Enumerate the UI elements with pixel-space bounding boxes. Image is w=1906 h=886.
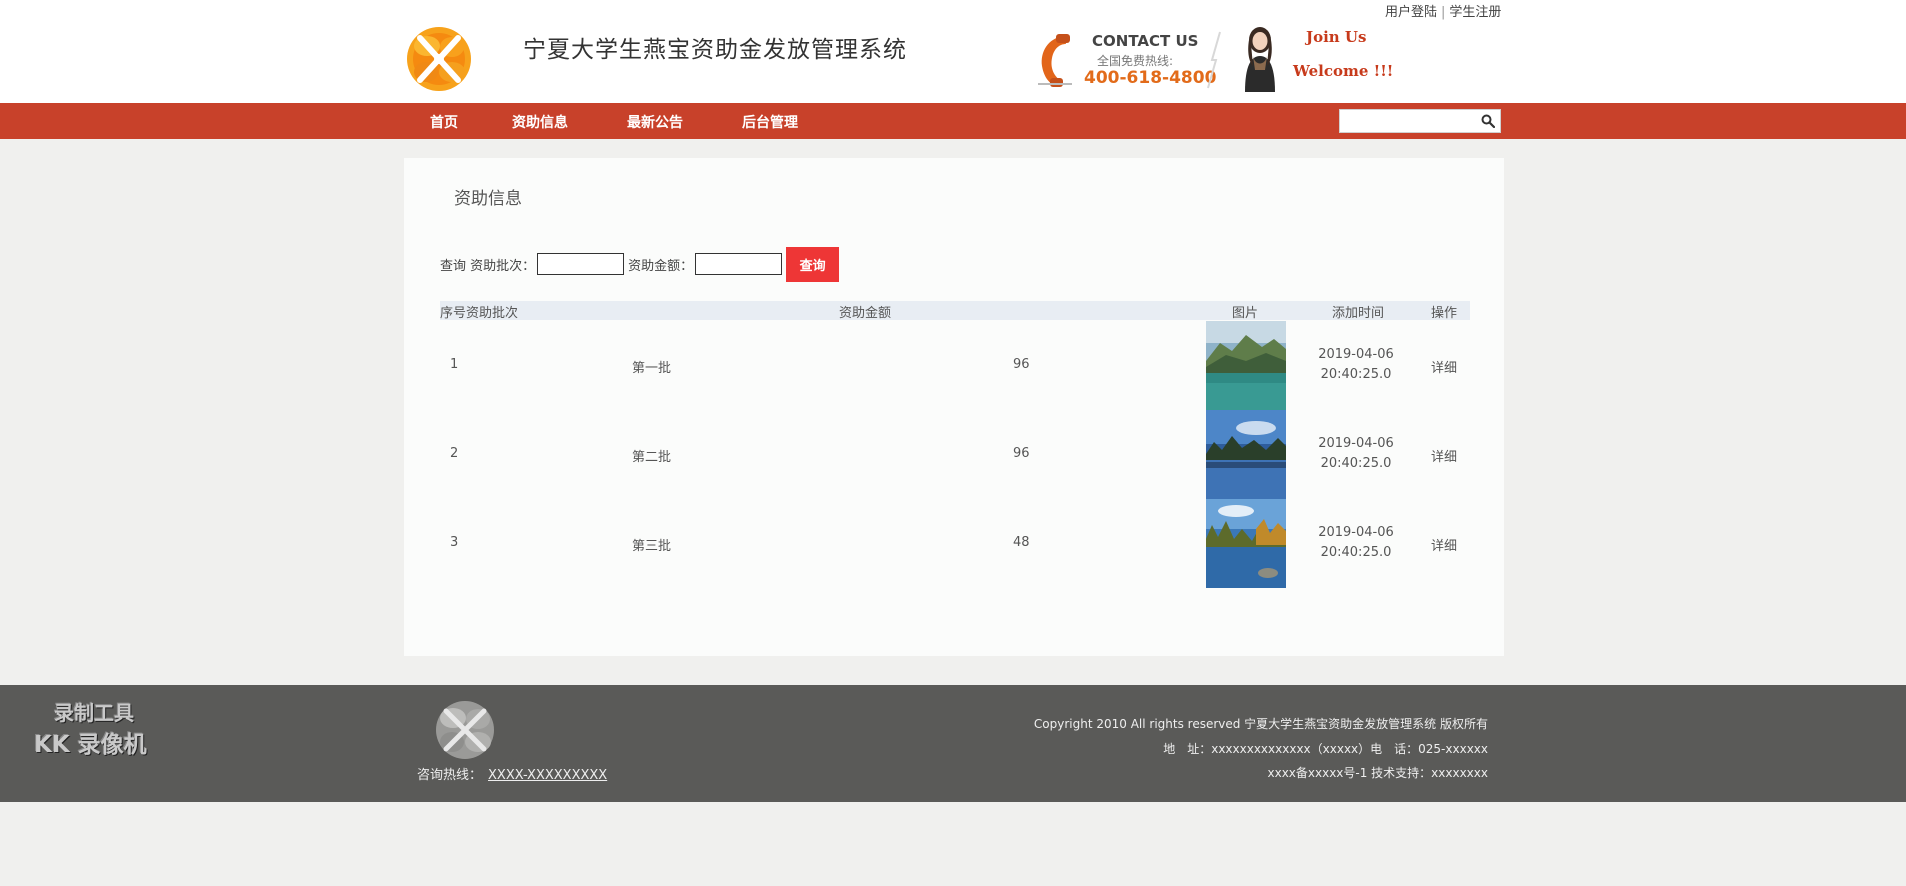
batch-label: 资助批次： [470,258,536,274]
row-time: 20:40:25.0 [1320,456,1392,471]
nav-search-input[interactable] [1340,110,1470,132]
hotline-label: 咨询热线： [417,768,483,783]
row-image-lake-mountain[interactable] [1206,321,1286,410]
search-icon[interactable] [1481,114,1495,128]
login-link[interactable]: 用户登陆 [1385,5,1437,20]
query-prefix: 查询 [440,258,467,274]
row-date: 2019-04-06 [1318,525,1394,540]
main-nav: 首页 资助信息 最新公告 后台管理 [0,103,1906,139]
row-date: 2019-04-06 [1318,347,1394,362]
contact-title: CONTACT US [1092,32,1199,50]
register-link[interactable]: 学生注册 [1449,5,1501,20]
row-added-time: 2019-04-06 20:40:25.0 [1306,345,1406,385]
copyright-text: Copyright 2010 All rights reserved 宁夏大学生… [1033,717,1488,731]
amount-label: 资助金额： [628,258,694,274]
row-batch: 第二批 [632,450,672,465]
header-added-time: 添加时间 [1332,306,1385,321]
header-index: 序号 [440,306,467,321]
top-links: 用户登陆 | 学生注册 [1385,1,1501,20]
query-button[interactable]: 查询 [786,246,840,282]
header-image: 图片 [1232,306,1259,321]
row-amount: 96 [1013,357,1030,372]
address-text: 地 址：xxxxxxxxxxxxxx（xxxxx）电 话：025-xxxxxx [1163,742,1488,756]
row-amount: 96 [1013,446,1030,461]
welcome-text: Welcome !!! [1293,62,1394,80]
site-logo-icon[interactable] [406,24,472,94]
content-card: 资助信息 查询 资助批次： 资助金额： 查询 序号 资助批次 资助金额 图片 添… [404,158,1504,656]
row-added-time: 2019-04-06 20:40:25.0 [1306,434,1406,474]
row-batch: 第三批 [632,539,672,554]
contact-subtitle: 全国免费热线: [1097,54,1174,68]
nav-search [1339,109,1501,133]
row-time: 20:40:25.0 [1320,367,1392,382]
row-detail-link[interactable]: 详细 [1431,446,1457,465]
contact-number: 400-618-4800 [1084,68,1217,88]
row-image-river-karst[interactable] [1206,410,1286,499]
footer: 录制工具 KK 录像机 咨询热线： XXXX-XXXXXXXXX Copyrigh… [0,685,1906,802]
footer-logo-icon [436,701,494,759]
phone-icon [1038,34,1072,87]
contact-block: CONTACT US 全国免费热线: 400-618-4800 [1034,30,1216,90]
header-batch: 资助批次 [466,306,519,321]
hotline: 咨询热线： XXXX-XXXXXXXXX [417,764,607,783]
table-row: 2 第二批 96 2019-04-06 20:40:25.0 详细 [440,410,1470,499]
row-detail-link[interactable]: 详细 [1431,535,1457,554]
nav-item-announcements[interactable]: 最新公告 [627,112,683,132]
page-title: 资助信息 [454,189,522,209]
header: 宁夏大学生燕宝资助金发放管理系统 CONTACT US 全国免费热线: 400-… [0,0,1906,103]
icp-text: xxxx备xxxxx号-1 技术支持：xxxxxxxx [1267,766,1488,780]
row-date: 2019-04-06 [1318,436,1394,451]
welcome-avatar [1245,27,1275,92]
query-form: 查询 资助批次： 资助金额： 查询 [440,246,840,282]
row-index: 3 [450,535,459,550]
join-us-text: Join Us [1306,28,1367,46]
decorative-streak-icon [1207,31,1221,89]
row-added-time: 2019-04-06 20:40:25.0 [1306,523,1406,563]
site-title: 宁夏大学生燕宝资助金发放管理系统 [523,37,907,63]
row-index: 2 [450,446,459,461]
row-amount: 48 [1013,535,1030,550]
row-index: 1 [450,357,459,372]
table-header: 序号 资助批次 资助金额 图片 添加时间 操作 [440,301,1470,321]
row-batch: 第一批 [632,361,672,376]
hotline-number: XXXX-XXXXXXXXX [488,768,608,783]
row-detail-link[interactable]: 详细 [1431,357,1457,376]
amount-input[interactable] [695,253,783,275]
row-time: 20:40:25.0 [1320,545,1392,560]
table-row: 1 第一批 96 2019-04-06 20:40:25.0 详细 [440,321,1470,410]
table-row: 3 第三批 48 2019-04-06 20:40:25.0 详细 [440,499,1470,588]
row-image-autumn-lake[interactable] [1206,499,1286,588]
recording-watermark: 录制工具 KK 录像机 [32,697,172,761]
batch-input[interactable] [537,253,625,275]
header-amount: 资助金额 [839,306,892,321]
nav-item-home[interactable]: 首页 [430,112,458,132]
nav-item-admin[interactable]: 后台管理 [742,112,798,132]
watermark-line1: 录制工具 [54,701,134,725]
top-links-separator: | [1441,5,1446,20]
watermark-line2: KK 录像机 [34,732,147,758]
header-action: 操作 [1431,306,1458,321]
nav-item-aid-info[interactable]: 资助信息 [512,112,568,132]
